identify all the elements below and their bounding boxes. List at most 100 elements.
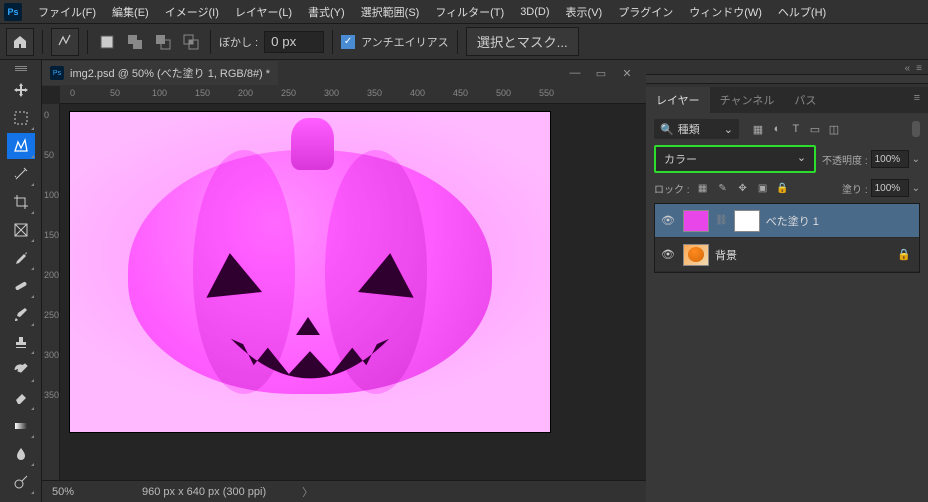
menu-layer[interactable]: レイヤー(L) [227,1,300,23]
filter-toggle[interactable] [912,121,920,137]
lock-indicator-icon: 🔒 [897,248,911,261]
layer-thumbnail[interactable] [683,210,709,232]
mask-thumbnail[interactable] [734,210,760,232]
canvas[interactable] [70,112,550,432]
layer-name[interactable]: べた塗り 1 [766,213,915,229]
filter-adjust-icon[interactable]: ◐ [770,122,784,136]
search-icon: 🔍 [660,123,674,136]
history-brush-tool[interactable] [7,357,35,383]
kind-label: 種類 [678,121,700,137]
menu-file[interactable]: ファイル(F) [30,1,104,23]
lock-pixels-icon[interactable]: ✎ [715,180,731,196]
blur-tool[interactable] [7,441,35,467]
lock-artboard-icon[interactable]: ▣ [755,180,771,196]
menu-image[interactable]: イメージ(I) [157,1,227,23]
filter-pixel-icon[interactable]: ▦ [751,122,765,136]
menu-type[interactable]: 書式(Y) [300,1,353,23]
fill-input[interactable] [871,179,909,197]
eyedropper-icon [13,250,29,266]
marquee-tool[interactable] [7,105,35,131]
feather-input[interactable] [264,31,324,53]
lock-all-icon[interactable]: 🔒 [775,180,791,196]
selection-intersect[interactable] [180,31,202,53]
menu-filter[interactable]: フィルター(T) [427,1,512,23]
collapse-bar[interactable] [646,74,928,84]
window-close[interactable]: ✕ [620,67,634,80]
divider [87,30,88,54]
tool-preset[interactable] [51,28,79,56]
layer-filter-kind[interactable]: 🔍 種類 ⌄ [654,119,739,139]
chevron-down-icon[interactable]: ⌄ [912,154,920,165]
document-tab[interactable]: Ps img2.psd @ 50% (べた塗り 1, RGB/8#) * [42,61,278,85]
select-and-mask-button[interactable]: 選択とマスク... [466,27,579,56]
link-icon: ⛓ [715,215,728,226]
lasso-tool[interactable] [7,133,35,159]
visibility-toggle[interactable]: 👁 [659,248,677,261]
layer-name[interactable]: 背景 [715,247,891,263]
document-title: img2.psd @ 50% (べた塗り 1, RGB/8#) * [70,65,270,81]
home-button[interactable] [6,28,34,56]
selection-new[interactable] [96,31,118,53]
window-minimize[interactable]: — [568,67,582,80]
antialias-checkbox[interactable]: ✓ [341,35,355,49]
ps-doc-icon: Ps [50,66,64,80]
stamp-icon [13,334,29,350]
menu-edit[interactable]: 編集(E) [104,1,157,23]
filter-type-icon[interactable]: T [789,122,803,136]
gradient-tool[interactable] [7,413,35,439]
move-tool[interactable] [7,77,35,103]
eraser-tool[interactable] [7,385,35,411]
blend-mode-select[interactable]: カラー ⌄ [654,145,816,173]
divider [210,30,211,54]
divider [332,30,333,54]
magic-wand-tool[interactable] [7,161,35,187]
zoom-level[interactable]: 50% [52,486,112,498]
panel-menu-button[interactable]: ≡ [906,87,928,113]
layer-row[interactable]: 👁 ⛓ べた塗り 1 [655,204,919,238]
filter-smart-icon[interactable]: ◫ [827,122,841,136]
brush-tool[interactable] [7,301,35,327]
eyedropper-tool[interactable] [7,245,35,271]
frame-icon [13,222,29,238]
chevron-down-icon: ⌄ [797,151,806,167]
window-maximize[interactable]: ▭ [594,67,608,80]
filter-shape-icon[interactable]: ▭ [808,122,822,136]
panel-tabs: レイヤー チャンネル パス ≡ [646,87,928,113]
marquee-icon [13,110,29,126]
frame-tool[interactable] [7,217,35,243]
layers-list: 👁 ⛓ べた塗り 1 👁 背景 🔒 [654,203,920,273]
layer-thumbnail[interactable] [683,244,709,266]
app-logo: Ps [4,3,22,21]
stamp-tool[interactable] [7,329,35,355]
layer-row[interactable]: 👁 背景 🔒 [655,238,919,272]
divider [457,30,458,54]
options-bar: ぼかし : ✓ アンチエイリアス 選択とマスク... [0,24,928,60]
panel-grip[interactable] [15,66,27,71]
menu-window[interactable]: ウィンドウ(W) [681,1,770,23]
crop-tool[interactable] [7,189,35,215]
selection-subtract-icon [155,34,171,50]
menu-view[interactable]: 表示(V) [558,1,611,23]
lock-transparent-icon[interactable]: ▦ [695,180,711,196]
selection-subtract[interactable] [152,31,174,53]
layers-panel-body: 🔍 種類 ⌄ ▦ ◐ T ▭ ◫ カラー ⌄ [646,113,928,502]
menu-plugin[interactable]: プラグイン [610,1,681,23]
tab-paths[interactable]: パス [784,87,826,113]
visibility-toggle[interactable]: 👁 [659,214,677,227]
lock-position-icon[interactable]: ✥ [735,180,751,196]
healing-tool[interactable] [7,273,35,299]
status-chevron-icon[interactable]: 〉 [302,484,313,500]
menu-3d[interactable]: 3D(D) [512,3,557,21]
tab-channels[interactable]: チャンネル [710,87,785,113]
dodge-tool[interactable] [7,469,35,495]
opacity-input[interactable] [871,150,909,168]
menu-select[interactable]: 選択範囲(S) [353,1,428,23]
fill-label: 塗り : [842,181,868,196]
selection-add[interactable] [124,31,146,53]
panel-top-grip[interactable]: «≡ [646,60,928,74]
menu-help[interactable]: ヘルプ(H) [770,1,834,23]
chevron-down-icon[interactable]: ⌄ [912,183,920,194]
canvas-viewport[interactable] [60,104,646,480]
tab-layers[interactable]: レイヤー [646,87,710,113]
feather-label: ぼかし : [219,34,258,50]
